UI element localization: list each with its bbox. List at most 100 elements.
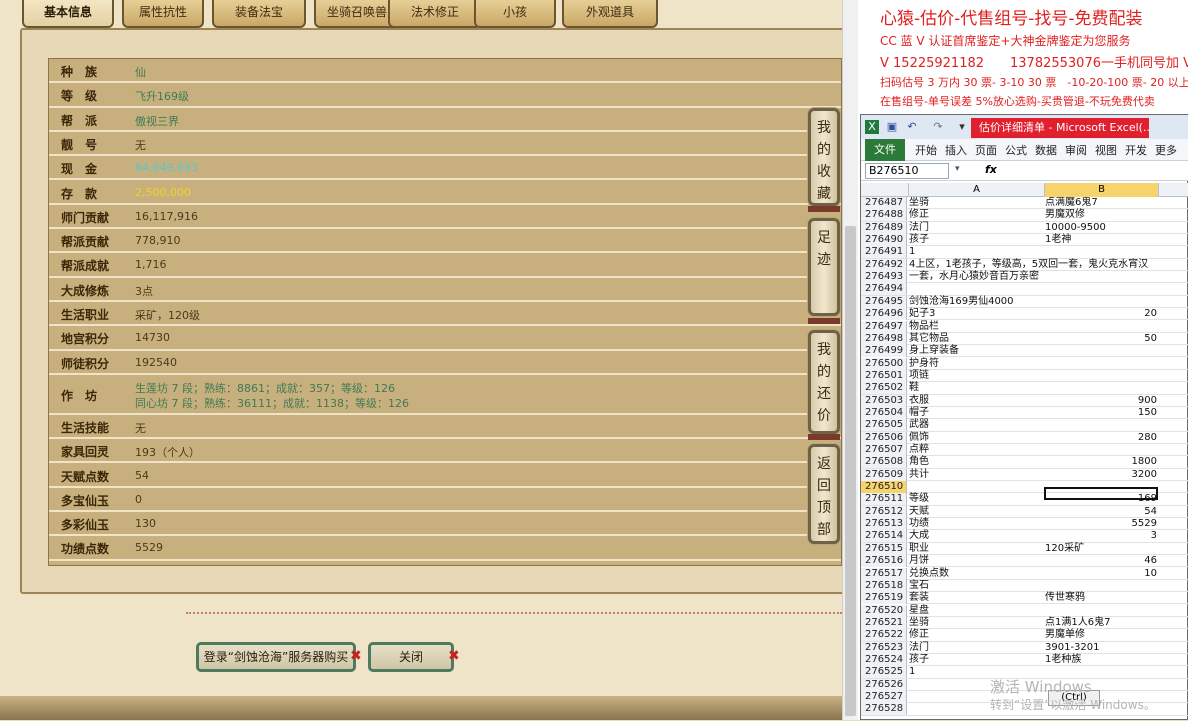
cell-a[interactable]: 套装 xyxy=(909,592,1043,604)
cell-b[interactable]: 男魔双修 xyxy=(1045,209,1157,221)
sheet-row[interactable]: 276519 套装 传世寒鸦 xyxy=(861,592,1188,605)
cell-a[interactable]: 武器 xyxy=(909,419,1043,431)
sheet-row[interactable]: 276507 点粹 xyxy=(861,444,1188,457)
sheet-row[interactable]: 276501 项链 xyxy=(861,369,1188,383)
footprints-button[interactable]: 足迹 xyxy=(808,218,840,316)
cell-a[interactable]: 剑蚀沧海169男仙4000 xyxy=(909,296,1043,308)
sheet-row[interactable]: 276518 宝石 xyxy=(861,579,1188,593)
row-number[interactable]: 276491 xyxy=(861,246,907,259)
sheet-row[interactable]: 276489 法门 10000-9500 xyxy=(861,221,1188,234)
cell-b[interactable]: 5529 xyxy=(1045,518,1157,530)
row-number[interactable]: 276493 xyxy=(861,271,907,284)
sheet-row[interactable]: 276512 天赋 54 xyxy=(861,505,1188,519)
tab-view[interactable]: 视图 xyxy=(1095,142,1117,158)
sheet-row[interactable]: 276492 4上区，1老孩子，等级高，5双回一套，鬼火克水宵汉 xyxy=(861,258,1188,272)
sheet-row[interactable]: 276514 大成 3 xyxy=(861,530,1188,543)
cell-b[interactable]: 46 xyxy=(1045,555,1157,567)
tab-page[interactable]: 页面 xyxy=(975,142,997,158)
cell-b[interactable]: 3200 xyxy=(1045,469,1157,481)
sheet-row[interactable]: 276502 鞋 xyxy=(861,382,1188,395)
cell-a[interactable]: 法门 xyxy=(909,222,1043,234)
sheet-row[interactable]: 276505 武器 xyxy=(861,419,1188,432)
cell-b[interactable]: 3 xyxy=(1045,530,1157,542)
row-number[interactable]: 276514 xyxy=(861,530,907,543)
worksheet[interactable]: 276487 坐骑 点满魔6鬼7 276488 修正 男魔双修 276489 法门 10000-… xyxy=(861,197,1188,721)
row-number[interactable]: 276524 xyxy=(861,653,907,666)
tab-spell-correction[interactable]: 法术修正 xyxy=(388,0,482,28)
row-number[interactable]: 276509 xyxy=(861,468,907,481)
sheet-row[interactable]: 276500 护身符 xyxy=(861,357,1188,370)
sheet-row[interactable]: 276503 衣服 900 xyxy=(861,394,1188,407)
cell-a[interactable]: 妃子3 xyxy=(909,308,1043,320)
cell-b[interactable]: 1老神 xyxy=(1045,234,1157,246)
cell-a[interactable]: 坐骑 xyxy=(909,617,1043,629)
row-number[interactable]: 276488 xyxy=(861,209,907,222)
sheet-row[interactable]: 276496 妃子3 20 xyxy=(861,308,1188,321)
tab-home[interactable]: 开始 xyxy=(915,142,937,158)
sheet-row[interactable]: 276495 剑蚀沧海169男仙4000 xyxy=(861,295,1188,309)
cell-a[interactable]: 孩子 xyxy=(909,234,1043,246)
cell-a[interactable]: 天赋 xyxy=(909,506,1043,518)
row-number[interactable]: 276508 xyxy=(861,456,907,469)
sheet-row[interactable]: 276488 修正 男魔双修 xyxy=(861,209,1188,222)
back-to-top-button[interactable]: 返回顶部 xyxy=(808,444,840,544)
cell-b[interactable]: 54 xyxy=(1045,506,1157,518)
column-b-header[interactable]: B xyxy=(1045,183,1159,197)
row-number[interactable]: 276506 xyxy=(861,431,907,444)
row-number[interactable]: 276526 xyxy=(861,678,907,691)
tab-basic-info[interactable]: 基本信息 xyxy=(22,0,114,28)
sheet-row[interactable]: 276522 修正 男魔单修 xyxy=(861,629,1188,642)
row-number[interactable]: 276494 xyxy=(861,283,907,296)
sheet-row[interactable]: 276508 角色 1800 xyxy=(861,456,1188,469)
favorites-button[interactable]: 我的收藏 xyxy=(808,108,840,206)
tab-child[interactable]: 小孩 xyxy=(474,0,556,28)
cell-a[interactable]: 一套，水月心猿妙音百万亲密 xyxy=(909,271,1043,283)
cell-a[interactable]: 修正 xyxy=(909,209,1043,221)
row-number[interactable]: 276500 xyxy=(861,357,907,370)
row-number[interactable]: 276519 xyxy=(861,592,907,605)
row-number[interactable]: 276516 xyxy=(861,555,907,568)
cell-a[interactable]: 佩饰 xyxy=(909,432,1043,444)
cell-a[interactable]: 其它物品 xyxy=(909,333,1043,345)
sheet-row[interactable]: 276521 坐骑 点1满1人6鬼7 xyxy=(861,616,1188,630)
tab-formulas[interactable]: 公式 xyxy=(1005,142,1027,158)
row-number[interactable]: 276513 xyxy=(861,518,907,531)
column-a-header[interactable]: A xyxy=(909,183,1045,197)
cell-b[interactable]: 900 xyxy=(1045,395,1157,407)
login-buy-button[interactable]: 登录“剑蚀沧海”服务器购买 xyxy=(196,642,356,672)
cell-a[interactable]: 帽子 xyxy=(909,407,1043,419)
cell-a[interactable]: 坐骑 xyxy=(909,197,1043,209)
cell-b[interactable]: 20 xyxy=(1045,308,1157,320)
row-number[interactable]: 276517 xyxy=(861,567,907,580)
cell-a[interactable]: 法门 xyxy=(909,642,1043,654)
row-number[interactable]: 276495 xyxy=(861,295,907,308)
row-number[interactable]: 276504 xyxy=(861,406,907,419)
cell-a[interactable]: 修正 xyxy=(909,629,1043,641)
cell-a[interactable]: 等级 xyxy=(909,493,1043,505)
select-all-corner[interactable] xyxy=(861,183,909,197)
sheet-row[interactable]: 276515 职业 120采矿 xyxy=(861,542,1188,556)
close-button[interactable]: 关闭 xyxy=(368,642,454,672)
sheet-row[interactable]: 276523 法门 3901-3201 xyxy=(861,641,1188,654)
cell-b[interactable]: 男魔单修 xyxy=(1045,629,1157,641)
row-number[interactable]: 276518 xyxy=(861,579,907,592)
undo-icon[interactable]: ↶ xyxy=(905,120,919,134)
sheet-row[interactable]: 276506 佩饰 280 xyxy=(861,431,1188,444)
counter-offer-button[interactable]: 我的还价 xyxy=(808,330,840,434)
cell-a[interactable]: 兑换点数 xyxy=(909,568,1043,580)
quick-access-dropdown-icon[interactable]: ▾ xyxy=(955,120,969,134)
cell-a[interactable]: 护身符 xyxy=(909,358,1043,370)
cell-b[interactable]: 150 xyxy=(1045,407,1157,419)
cell-b[interactable]: 120采矿 xyxy=(1045,543,1157,555)
cell-a[interactable]: 角色 xyxy=(909,456,1043,468)
cell-a[interactable]: 职业 xyxy=(909,543,1043,555)
cell-a[interactable]: 4上区，1老孩子，等级高，5双回一套，鬼火克水宵汉 xyxy=(909,259,1148,271)
sheet-row[interactable]: 276494 xyxy=(861,283,1188,296)
cell-a[interactable]: 身上穿装备 xyxy=(909,345,1043,357)
redo-icon[interactable]: ↷ xyxy=(931,120,945,134)
row-number[interactable]: 276528 xyxy=(861,703,907,716)
save-icon[interactable]: ▣ xyxy=(885,120,899,134)
row-number[interactable]: 276505 xyxy=(861,419,907,432)
row-number[interactable]: 276512 xyxy=(861,505,907,518)
cell-a[interactable]: 鞋 xyxy=(909,382,1043,394)
